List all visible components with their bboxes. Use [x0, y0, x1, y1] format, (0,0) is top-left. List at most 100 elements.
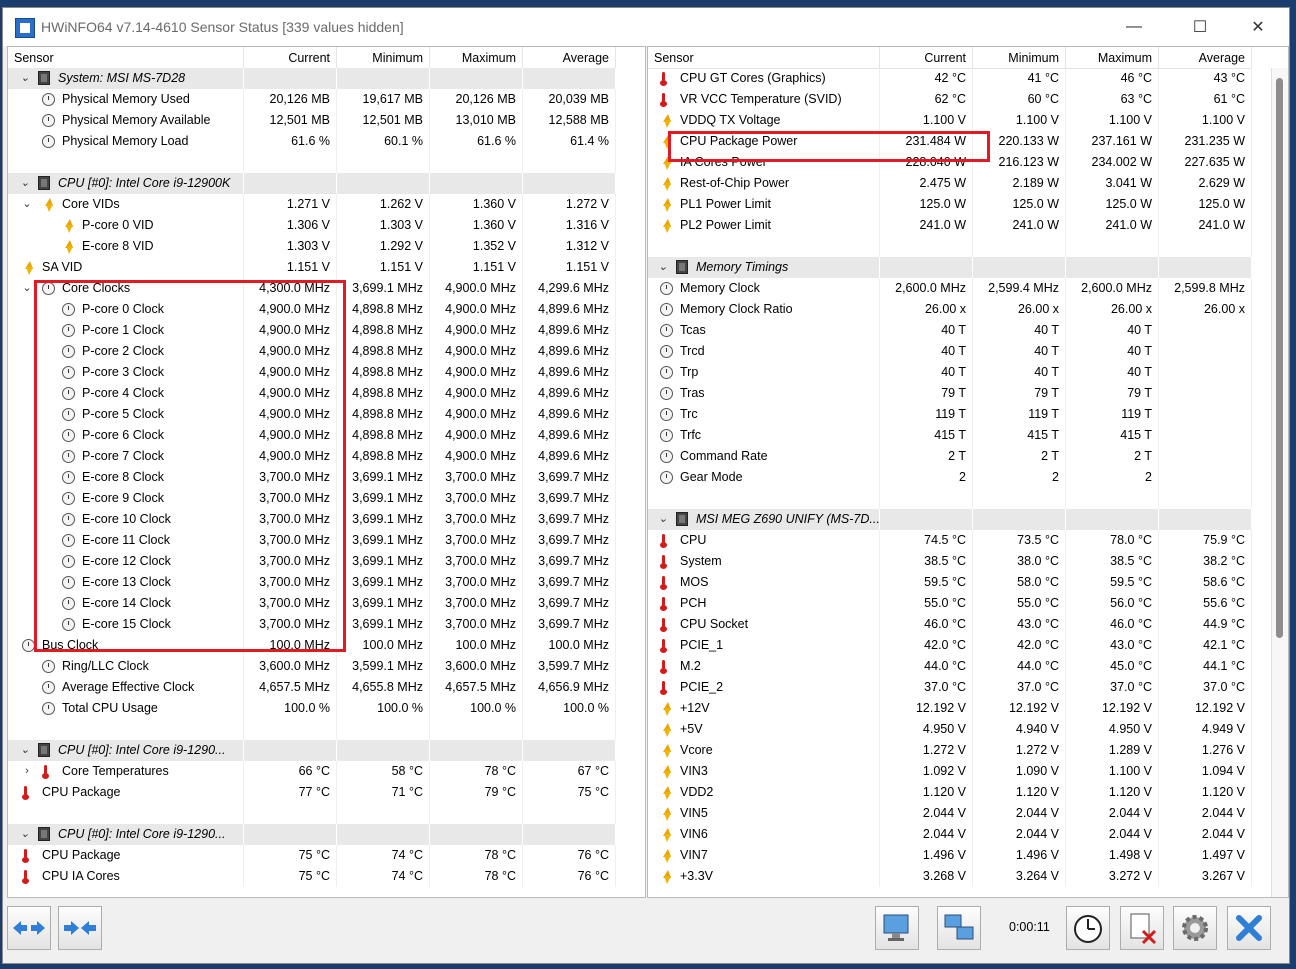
- chevron-down-icon[interactable]: ⌄: [18, 740, 32, 761]
- sensor-row[interactable]: +3.3V 3.268 V 3.264 V 3.272 V 3.267 V: [648, 866, 1252, 887]
- sensor-row[interactable]: E-core 8 Clock 3,700.0 MHz 3,699.1 MHz 3,70…: [8, 467, 616, 488]
- sensor-row[interactable]: Physical Memory Available 12,501 MB 12,501…: [8, 110, 616, 131]
- sensor-row[interactable]: M.2 44.0 °C 44.0 °C 45.0 °C 44.1 °C: [648, 656, 1252, 677]
- col-header-sensor[interactable]: Sensor: [8, 47, 244, 68]
- sensor-row[interactable]: VIN7 1.496 V 1.496 V 1.498 V 1.497 V: [648, 845, 1252, 866]
- clock-button[interactable]: [1066, 906, 1110, 950]
- right-sensor-pane[interactable]: Sensor Current Minimum Maximum Average C…: [647, 46, 1289, 898]
- sensor-row[interactable]: Trcd 40 T 40 T 40 T: [648, 341, 1252, 362]
- sensor-row[interactable]: CPU IA Cores 75 °C 74 °C 78 °C 76 °C: [8, 866, 616, 887]
- sensor-row[interactable]: P-core 5 Clock 4,900.0 MHz 4,898.8 MHz 4,90…: [8, 404, 616, 425]
- sensor-row[interactable]: E-core 8 VID 1.303 V 1.292 V 1.352 V 1.312 V: [8, 236, 616, 257]
- sensor-row[interactable]: IA Cores Power 228.040 W 216.123 W 234.002 …: [648, 152, 1252, 173]
- col-header-average[interactable]: Average: [1159, 47, 1252, 68]
- sensor-row[interactable]: E-core 13 Clock 3,700.0 MHz 3,699.1 MHz 3,7…: [8, 572, 616, 593]
- sensor-row[interactable]: VDDQ TX Voltage 1.100 V 1.100 V 1.100 V 1.10…: [648, 110, 1252, 131]
- sensor-row[interactable]: Rest-of-Chip Power 2.475 W 2.189 W 3.041 W2…: [648, 173, 1252, 194]
- sensor-row[interactable]: VDD2 1.120 V 1.120 V 1.120 V 1.120 V: [648, 782, 1252, 803]
- sensor-row[interactable]: P-core 6 Clock 4,900.0 MHz 4,898.8 MHz 4,90…: [8, 425, 616, 446]
- chevron-down-icon[interactable]: ⌄: [20, 278, 34, 299]
- sensor-row[interactable]: VIN3 1.092 V 1.090 V 1.100 V 1.094 V: [648, 761, 1252, 782]
- sensor-row[interactable]: PCH 55.0 °C 55.0 °C 56.0 °C 55.6 °C: [648, 593, 1252, 614]
- sensor-group-row[interactable]: ⌄ CPU [#0]: Intel Core i9-12900K: [8, 173, 616, 194]
- network-button[interactable]: [937, 906, 981, 950]
- settings-button[interactable]: [1173, 906, 1217, 950]
- maximize-button[interactable]: ☐: [1177, 8, 1223, 46]
- reset-button[interactable]: [1120, 906, 1164, 950]
- sensor-row[interactable]: CPU Socket 46.0 °C 43.0 °C 46.0 °C 44.9 °C: [648, 614, 1252, 635]
- sensor-row[interactable]: P-core 7 Clock 4,900.0 MHz 4,898.8 MHz 4,90…: [8, 446, 616, 467]
- sensor-row[interactable]: P-core 1 Clock 4,900.0 MHz 4,898.8 MHz 4,90…: [8, 320, 616, 341]
- sensor-row[interactable]: Gear Mode 2 2 2: [648, 467, 1252, 488]
- sensor-row[interactable]: P-core 3 Clock 4,900.0 MHz 4,898.8 MHz 4,90…: [8, 362, 616, 383]
- sensor-row[interactable]: PL2 Power Limit 241.0 W 241.0 W 241.0 W 241.…: [648, 215, 1252, 236]
- chevron-down-icon[interactable]: ⌄: [656, 509, 670, 530]
- sensor-row[interactable]: Tcas 40 T 40 T 40 T: [648, 320, 1252, 341]
- sensor-row[interactable]: VR VCC Temperature (SVID) 62 °C 60 °C 63 °C…: [648, 89, 1252, 110]
- col-header-sensor[interactable]: Sensor: [648, 47, 880, 68]
- collapse-arrows-button[interactable]: [58, 906, 102, 950]
- sensor-row[interactable]: CPU GT Cores (Graphics) 42 °C 41 °C 46 °C 43…: [648, 68, 1252, 89]
- sensor-row[interactable]: › Core Temperatures 66 °C 58 °C 78 °C 67 °C: [8, 761, 616, 782]
- expand-arrows-button[interactable]: [7, 906, 51, 950]
- sensor-row[interactable]: P-core 2 Clock 4,900.0 MHz 4,898.8 MHz 4,90…: [8, 341, 616, 362]
- right-scrollbar[interactable]: [1271, 68, 1288, 897]
- sensor-row[interactable]: Trfc 415 T 415 T 415 T: [648, 425, 1252, 446]
- col-header-current[interactable]: Current: [244, 47, 337, 68]
- sensor-row[interactable]: CPU 74.5 °C 73.5 °C 78.0 °C 75.9 °C: [648, 530, 1252, 551]
- sensor-group-row[interactable]: ⌄ CPU [#0]: Intel Core i9-1290...: [8, 740, 616, 761]
- report-button[interactable]: [875, 906, 919, 950]
- sensor-row[interactable]: Total CPU Usage 100.0 % 100.0 % 100.0 % 100.…: [8, 698, 616, 719]
- col-header-maximum[interactable]: Maximum: [1066, 47, 1159, 68]
- sensor-row[interactable]: Command Rate 2 T2 T2 T: [648, 446, 1252, 467]
- sensor-row[interactable]: +12V 12.192 V 12.192 V 12.192 V 12.192 V: [648, 698, 1252, 719]
- sensor-row[interactable]: ⌄ Core VIDs 1.271 V 1.262 V 1.360 V 1.272 V: [8, 194, 616, 215]
- left-sensor-pane[interactable]: Sensor Current Minimum Maximum Average ⌄…: [7, 46, 646, 898]
- sensor-group-row[interactable]: ⌄ MSI MEG Z690 UNIFY (MS-7D...: [648, 509, 1252, 530]
- sensor-row[interactable]: E-core 12 Clock 3,700.0 MHz 3,699.1 MHz 3,7…: [8, 551, 616, 572]
- sensor-row[interactable]: E-core 11 Clock 3,700.0 MHz 3,699.1 MHz 3,7…: [8, 530, 616, 551]
- sensor-row[interactable]: Tras 79 T 79 T 79 T: [648, 383, 1252, 404]
- col-header-minimum[interactable]: Minimum: [973, 47, 1066, 68]
- sensor-row[interactable]: CPU Package 75 °C 74 °C 78 °C 76 °C: [8, 845, 616, 866]
- chevron-down-icon[interactable]: ⌄: [20, 194, 34, 215]
- chevron-down-icon[interactable]: ⌄: [656, 257, 670, 278]
- sensor-group-row[interactable]: ⌄ CPU [#0]: Intel Core i9-1290...: [8, 824, 616, 845]
- sensor-row[interactable]: Average Effective Clock 4,657.5 MHz 4,655.…: [8, 677, 616, 698]
- close-button[interactable]: ✕: [1235, 8, 1281, 46]
- sensor-row[interactable]: CPU Package 77 °C 71 °C 79 °C 75 °C: [8, 782, 616, 803]
- sensor-group-row[interactable]: ⌄ Memory Timings: [648, 257, 1252, 278]
- sensor-row[interactable]: MOS 59.5 °C 58.0 °C 59.5 °C 58.6 °C: [648, 572, 1252, 593]
- chevron-right-icon[interactable]: ›: [20, 761, 34, 782]
- chevron-down-icon[interactable]: ⌄: [18, 173, 32, 194]
- sensor-group-row[interactable]: ⌄ System: MSI MS-7D28: [8, 68, 616, 89]
- sensor-row[interactable]: P-core 0 VID 1.306 V 1.303 V 1.360 V 1.316 V: [8, 215, 616, 236]
- sensor-row[interactable]: Memory Clock Ratio 26.00 x 26.00 x 26.00 x2…: [648, 299, 1252, 320]
- sensor-row[interactable]: Ring/LLC Clock 3,600.0 MHz 3,599.1 MHz 3,60…: [8, 656, 616, 677]
- sensor-row[interactable]: PL1 Power Limit 125.0 W 125.0 W 125.0 W 125.…: [648, 194, 1252, 215]
- chevron-down-icon[interactable]: ⌄: [18, 68, 32, 89]
- sensor-row[interactable]: Physical Memory Used 20,126 MB 19,617 MB 20…: [8, 89, 616, 110]
- sensor-row[interactable]: VIN6 2.044 V 2.044 V 2.044 V 2.044 V: [648, 824, 1252, 845]
- sensor-row[interactable]: Trp 40 T 40 T 40 T: [648, 362, 1252, 383]
- sensor-row[interactable]: P-core 0 Clock 4,900.0 MHz 4,898.8 MHz 4,90…: [8, 299, 616, 320]
- sensor-row[interactable]: E-core 14 Clock 3,700.0 MHz 3,699.1 MHz 3,7…: [8, 593, 616, 614]
- scrollbar-thumb[interactable]: [1276, 78, 1283, 638]
- sensor-row[interactable]: PCIE_1 42.0 °C 42.0 °C 43.0 °C 42.1 °C: [648, 635, 1252, 656]
- sensor-row[interactable]: System 38.5 °C 38.0 °C 38.5 °C 38.2 °C: [648, 551, 1252, 572]
- sensor-row[interactable]: Bus Clock 100.0 MHz 100.0 MHz 100.0 MHz 100.…: [8, 635, 616, 656]
- sensor-row[interactable]: SA VID 1.151 V 1.151 V 1.151 V 1.151 V: [8, 257, 616, 278]
- sensor-row[interactable]: P-core 4 Clock 4,900.0 MHz 4,898.8 MHz 4,90…: [8, 383, 616, 404]
- col-header-minimum[interactable]: Minimum: [337, 47, 430, 68]
- col-header-average[interactable]: Average: [523, 47, 616, 68]
- sensor-row[interactable]: VIN5 2.044 V 2.044 V 2.044 V 2.044 V: [648, 803, 1252, 824]
- sensor-row[interactable]: Trc 119 T 119 T 119 T: [648, 404, 1252, 425]
- col-header-maximum[interactable]: Maximum: [430, 47, 523, 68]
- sensor-row[interactable]: CPU Package Power 231.484 W 220.133 W 237.1…: [648, 131, 1252, 152]
- chevron-down-icon[interactable]: ⌄: [18, 824, 32, 845]
- sensor-row[interactable]: Memory Clock 2,600.0 MHz 2,599.4 MHz 2,600.…: [648, 278, 1252, 299]
- sensor-row[interactable]: E-core 9 Clock 3,700.0 MHz 3,699.1 MHz 3,70…: [8, 488, 616, 509]
- minimize-button[interactable]: —: [1111, 8, 1157, 46]
- sensor-row[interactable]: E-core 10 Clock 3,700.0 MHz 3,699.1 MHz 3,7…: [8, 509, 616, 530]
- sensor-row[interactable]: +5V 4.950 V 4.940 V 4.950 V 4.949 V: [648, 719, 1252, 740]
